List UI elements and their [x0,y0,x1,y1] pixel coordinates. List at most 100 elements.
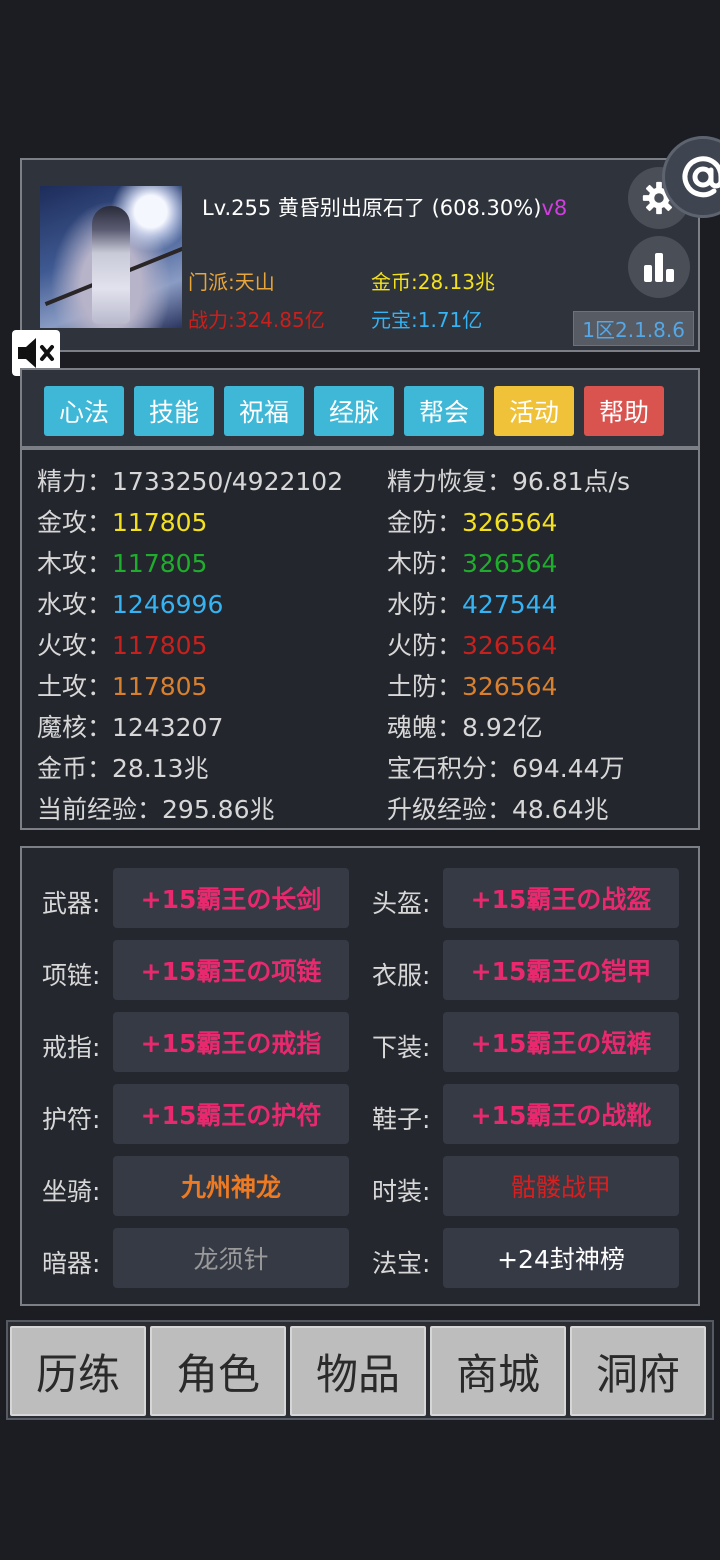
stat-metal-defense: 金防：326564 [387,503,557,539]
stat-label: 土防： [387,672,463,701]
slot-label-hidden-weapon: 暗器: [42,1249,101,1278]
stat-water-attack: 水攻：1246996 [37,585,223,621]
level-title-text: Lv.255 黄昏别出原石了 (608.30%) [202,196,542,220]
equip-slot-helmet[interactable]: +15霸王の战盔 [443,868,679,928]
equip-slot-fashion[interactable]: 骷髅战甲 [443,1156,679,1216]
nav-cave-dwelling[interactable]: 洞府 [570,1326,706,1416]
stat-water-defense: 水防：427544 [387,585,557,621]
stat-value: 326564 [462,508,558,537]
stat-label: 水防： [387,590,463,619]
equip-slot-amulet[interactable]: +15霸王の护符 [113,1084,349,1144]
slot-label-treasure: 法宝: [372,1249,431,1278]
tab-skills[interactable]: 技能 [134,386,214,436]
ingot-amount: 元宝:1.71亿 [371,308,483,332]
stat-label: 升级经验： [387,795,513,824]
stat-label: 木防： [387,549,463,578]
equip-slot-ring[interactable]: +15霸王の戒指 [113,1012,349,1072]
stat-earth-defense: 土防：326564 [387,667,557,703]
stat-gem-points: 宝石积分：694.44万 [387,749,625,785]
stat-label: 精力： [37,467,113,496]
stat-value: 28.13兆 [112,754,209,783]
stat-value: 1243207 [112,713,224,742]
equip-slot-treasure[interactable]: +24封神榜 [443,1228,679,1288]
stat-soul: 魂魄：8.92亿 [387,708,543,744]
slot-label-necklace: 项链: [42,961,101,990]
stat-label: 魔核： [37,713,113,742]
stat-value: 427544 [462,590,558,619]
stat-next-exp: 升级经验：48.64兆 [387,790,609,826]
stat-label: 火防： [387,631,463,660]
equip-slot-pants[interactable]: +15霸王の短裤 [443,1012,679,1072]
nav-items[interactable]: 物品 [290,1326,426,1416]
slot-label-amulet: 护符: [42,1105,101,1134]
stat-value: 1246996 [112,590,224,619]
slot-label-mount: 坐骑: [42,1177,101,1206]
slot-label-ring: 戒指: [42,1033,101,1062]
bottom-navigation: 历练 角色 物品 商城 洞府 [6,1320,714,1420]
stat-value: 117805 [112,672,208,701]
equip-slot-mount[interactable]: 九州神龙 [113,1156,349,1216]
stat-label: 魂魄： [387,713,463,742]
at-icon [682,156,720,198]
stat-earth-attack: 土攻：117805 [37,667,207,703]
equip-slot-armor[interactable]: +15霸王の铠甲 [443,940,679,1000]
equip-slot-weapon[interactable]: +15霸王の长剑 [113,868,349,928]
portrait-figure [92,206,130,324]
tab-xinfa[interactable]: 心法 [44,386,124,436]
stat-value: 694.44万 [512,754,625,783]
slot-label-weapon: 武器: [42,889,101,918]
stat-label: 当前经验： [37,795,163,824]
stat-value: 295.86兆 [162,795,275,824]
stat-stamina-regen: 精力恢复：96.81点/s [387,462,630,498]
stat-label: 金防： [387,508,463,537]
nav-shop[interactable]: 商城 [430,1326,566,1416]
stat-magic-core: 魔核：1243207 [37,708,223,744]
stat-label: 火攻： [37,631,113,660]
slot-label-armor: 衣服: [372,961,431,990]
character-stats: 精力：1733250/4922102 精力恢复：96.81点/s 金攻：1178… [20,448,700,830]
mute-icon [18,338,54,368]
stat-value: 117805 [112,508,208,537]
bar-chart-icon [644,253,674,282]
character-portrait[interactable] [40,186,182,328]
nav-training[interactable]: 历练 [10,1326,146,1416]
character-header: Lv.255 黄昏别出原石了 (608.30%)v8 门派:天山 战力:324.… [20,158,700,352]
stat-metal-attack: 金攻：117805 [37,503,207,539]
equip-slot-boots[interactable]: +15霸王の战靴 [443,1084,679,1144]
stat-stamina: 精力：1733250/4922102 [37,462,343,498]
stat-gold: 金币：28.13兆 [37,749,209,785]
gold-amount: 金币:28.13兆 [371,270,495,294]
stat-label: 金攻： [37,508,113,537]
tab-guild[interactable]: 帮会 [404,386,484,436]
character-level-title: Lv.255 黄昏别出原石了 (608.30%)v8 [202,192,567,222]
stat-value: 48.64兆 [512,795,609,824]
stat-label: 宝石积分： [387,754,513,783]
slot-label-fashion: 时装: [372,1177,431,1206]
stat-label: 水攻： [37,590,113,619]
sect-label: 门派:天山 [188,270,275,294]
vip-badge: v8 [541,196,568,220]
equip-slot-necklace[interactable]: +15霸王の项链 [113,940,349,1000]
stat-label: 精力恢复： [387,467,513,496]
ranking-button[interactable] [628,236,690,298]
stat-value: 326564 [462,549,558,578]
tab-events[interactable]: 活动 [494,386,574,436]
stat-label: 木攻： [37,549,113,578]
tab-help[interactable]: 帮助 [584,386,664,436]
stat-value: 117805 [112,549,208,578]
stat-value: 96.81点/s [512,467,631,496]
stat-value: 8.92亿 [462,713,543,742]
nav-character[interactable]: 角色 [150,1326,286,1416]
combat-power: 战力:324.85亿 [188,308,325,332]
stat-value: 326564 [462,631,558,660]
equip-slot-hidden-weapon[interactable]: 龙须针 [113,1228,349,1288]
tab-blessing[interactable]: 祝福 [224,386,304,436]
tab-meridians[interactable]: 经脉 [314,386,394,436]
stat-label: 土攻： [37,672,113,701]
stat-label: 金币： [37,754,113,783]
equipment-panel: 武器: +15霸王の长剑 头盔: +15霸王の战盔 项链: +15霸王の项链 衣… [20,846,700,1306]
stat-wood-defense: 木防：326564 [387,544,557,580]
stat-wood-attack: 木攻：117805 [37,544,207,580]
stat-value: 117805 [112,631,208,660]
function-tabs: 心法 技能 祝福 经脉 帮会 活动 帮助 [20,368,700,448]
